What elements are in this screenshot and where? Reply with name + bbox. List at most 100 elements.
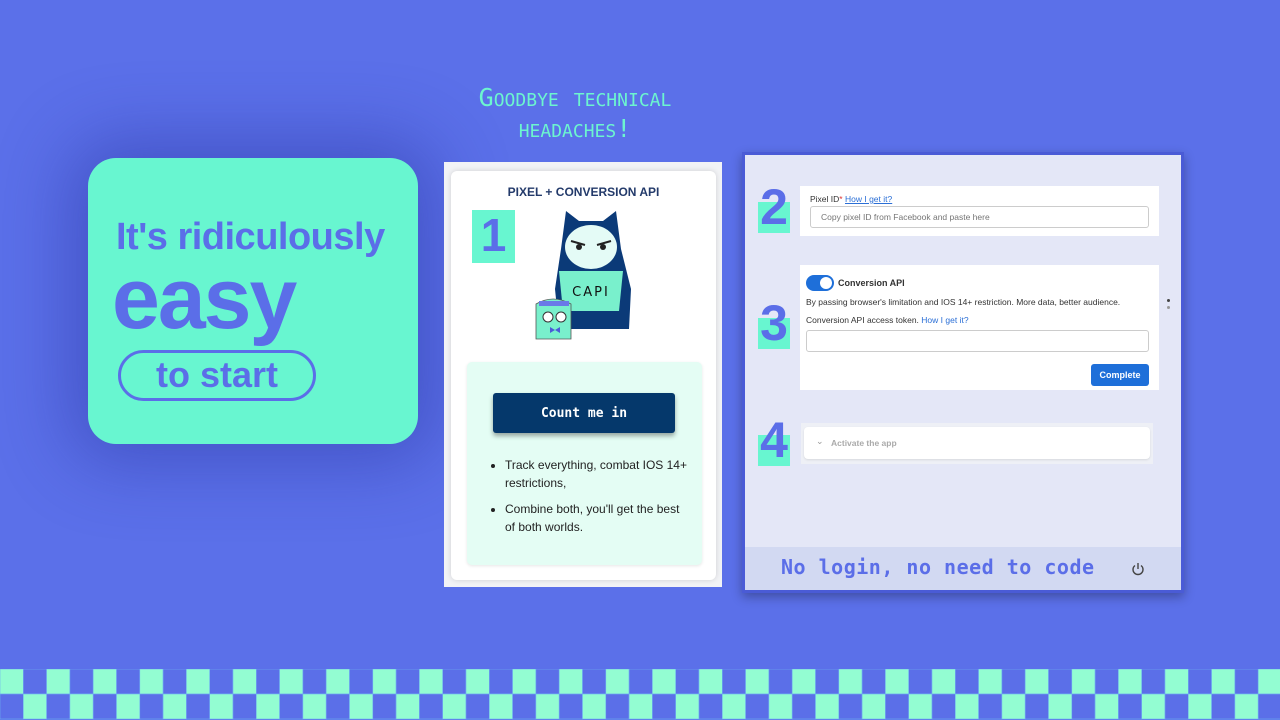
hero-card: It's ridiculously easy to start <box>88 158 418 444</box>
checker-square <box>488 669 513 695</box>
checker-square <box>279 693 304 720</box>
checker-square <box>675 693 700 720</box>
scroll-dot <box>1167 299 1170 302</box>
toggle-label: Conversion API <box>838 278 905 288</box>
checker-square <box>721 669 746 695</box>
checker-square <box>558 669 583 695</box>
checker-square <box>512 693 537 720</box>
checker-square <box>698 693 723 720</box>
checker-square <box>255 669 280 695</box>
checkered-border <box>0 669 1280 720</box>
checker-square <box>1211 669 1236 695</box>
checker-square <box>605 669 630 695</box>
pixel-id-input[interactable] <box>810 206 1149 228</box>
checker-square <box>582 693 607 720</box>
checker-square <box>69 669 94 695</box>
scroll-dot <box>1167 306 1170 309</box>
checker-square <box>908 669 933 695</box>
checker-square <box>139 693 164 720</box>
power-icon[interactable] <box>1131 562 1145 576</box>
checker-square <box>1024 693 1049 720</box>
step-number-4: 4 <box>758 415 790 466</box>
checker-square <box>1211 693 1236 720</box>
checker-square <box>1001 669 1026 695</box>
token-help-link[interactable]: How I get it? <box>921 315 968 325</box>
token-label: Conversion API access token. <box>806 315 919 325</box>
conversion-api-description: By passing browser's limitation and IOS … <box>806 297 1121 307</box>
checker-square <box>954 669 979 695</box>
checker-square <box>1048 693 1073 720</box>
step1-title: PIXEL + CONVERSION API <box>507 185 660 199</box>
checker-square <box>162 693 187 720</box>
headline-line-1: Goodbye technical <box>478 83 672 112</box>
checker-square <box>46 693 71 720</box>
pixel-id-card: Pixel ID* How I get it? <box>800 186 1159 236</box>
checker-square <box>1164 669 1189 695</box>
activate-app-accordion[interactable]: ⌄ Activate the app <box>804 427 1150 459</box>
checker-square <box>69 693 94 720</box>
activate-app-label: Activate the app <box>831 438 897 448</box>
checker-square <box>442 693 467 720</box>
checker-square <box>186 693 210 720</box>
svg-text:CAPI: CAPI <box>572 285 610 300</box>
checker-square <box>372 669 397 695</box>
feature-item: Combine both, you'll get the best of bot… <box>505 500 687 536</box>
checker-square <box>116 693 141 720</box>
checker-square <box>768 693 793 720</box>
checker-square <box>1001 693 1026 720</box>
checker-square <box>465 693 490 720</box>
checker-square <box>628 693 653 720</box>
complete-button[interactable]: Complete <box>1091 364 1149 386</box>
count-me-in-button[interactable]: Count me in <box>493 393 675 433</box>
checker-square <box>116 669 141 695</box>
checker-square <box>488 693 513 720</box>
checker-square <box>582 669 607 695</box>
checker-square <box>1164 693 1189 720</box>
hero-pill: to start <box>118 350 316 401</box>
checker-square <box>1048 669 1073 695</box>
footer-strip: No login, no need to code <box>745 547 1181 590</box>
checker-square <box>302 693 327 720</box>
checker-square <box>465 669 490 695</box>
checker-square <box>1257 669 1280 695</box>
checker-square <box>815 693 840 720</box>
checker-square <box>652 693 677 720</box>
checker-square <box>1188 669 1212 695</box>
checker-square <box>861 669 886 695</box>
access-token-input[interactable] <box>806 330 1149 352</box>
checker-square <box>325 669 350 695</box>
checker-square <box>535 693 560 720</box>
headline-line-2: headaches! <box>518 114 632 143</box>
checker-square <box>885 669 910 695</box>
checker-square <box>1094 669 1119 695</box>
checker-square <box>22 693 47 720</box>
checker-square <box>745 693 770 720</box>
pixel-help-link[interactable]: How I get it? <box>845 194 892 204</box>
checker-square <box>791 693 816 720</box>
step1-panel: PIXEL + CONVERSION API 1 CAPI Count me i… <box>444 162 722 587</box>
conversion-api-toggle[interactable] <box>806 275 834 291</box>
checker-square <box>1141 669 1166 695</box>
chevron-down-icon: ⌄ <box>816 436 824 446</box>
checker-square <box>652 669 677 695</box>
checker-square <box>372 693 397 720</box>
feature-list: Track everything, combat IOS 14+ restric… <box>487 456 687 544</box>
checker-square <box>768 669 793 695</box>
checker-square <box>815 669 840 695</box>
checker-square <box>861 693 886 720</box>
checker-square <box>92 693 117 720</box>
checker-square <box>1257 693 1280 720</box>
checker-square <box>628 669 653 695</box>
setup-panel: 2 Pixel ID* How I get it? 3 Conversion A… <box>742 152 1184 593</box>
checker-square <box>419 669 443 695</box>
step-number-3: 3 <box>758 298 790 349</box>
checker-square <box>535 669 560 695</box>
checker-square <box>1141 693 1166 720</box>
checker-square <box>1094 693 1119 720</box>
step1-info-box: Count me in Track everything, combat IOS… <box>467 362 702 565</box>
checker-square <box>186 669 210 695</box>
checker-square <box>1071 693 1096 720</box>
checker-square <box>885 693 910 720</box>
checker-square <box>0 669 24 695</box>
checker-square <box>279 669 304 695</box>
